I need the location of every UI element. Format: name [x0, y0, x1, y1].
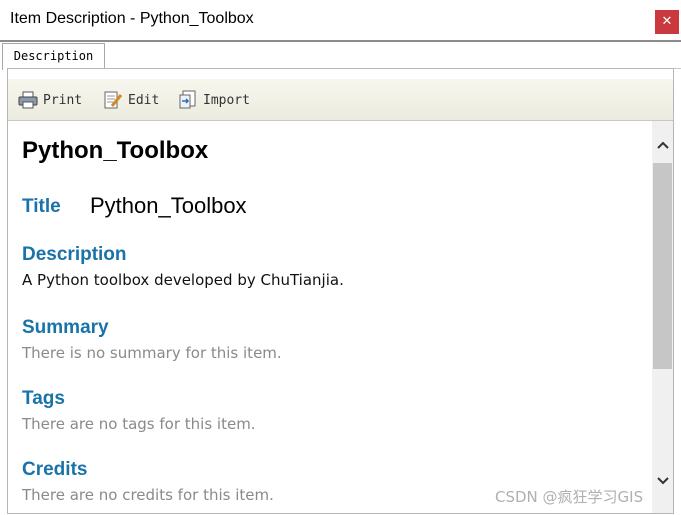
description-heading: Description — [22, 244, 127, 265]
metadata-content: Python_Toolbox Title Python_Toolbox Desc… — [8, 121, 651, 513]
edit-label: Edit — [128, 92, 160, 108]
tags-text: There are no tags for this item. — [22, 415, 256, 433]
summary-heading: Summary — [22, 317, 109, 338]
close-button[interactable]: ✕ — [655, 10, 679, 34]
watermark: CSDN @疯狂学习GIS — [495, 488, 644, 506]
toolbar: Print Edit Import — [8, 79, 673, 121]
print-button[interactable]: Print — [18, 89, 82, 111]
description-text: A Python toolbox developed by ChuTianjia… — [22, 271, 344, 289]
printer-icon — [18, 91, 38, 109]
print-label: Print — [43, 92, 83, 108]
scroll-up-arrow-icon[interactable] — [652, 135, 673, 155]
scroll-down-arrow-icon[interactable] — [652, 471, 673, 491]
title-label: Title — [22, 196, 61, 217]
vertical-scrollbar[interactable] — [652, 121, 673, 513]
item-heading: Python_Toolbox — [22, 137, 209, 164]
import-label: Import — [203, 92, 250, 108]
window-title: Item Description - Python_Toolbox — [10, 10, 254, 27]
import-icon — [179, 90, 196, 109]
tags-heading: Tags — [22, 388, 65, 409]
description-panel: Print Edit Import Python_Toolbox Title P… — [7, 68, 674, 514]
tab-description[interactable]: Description — [2, 43, 105, 70]
credits-text: There are no credits for this item. — [22, 486, 274, 504]
summary-text: There is no summary for this item. — [22, 344, 282, 362]
scroll-thumb[interactable] — [653, 163, 672, 369]
import-button[interactable]: Import — [178, 89, 250, 111]
title-bar: Item Description - Python_Toolbox ✕ — [0, 0, 681, 40]
edit-document-icon — [104, 91, 123, 109]
tab-strip: Description — [0, 40, 681, 70]
credits-heading: Credits — [22, 459, 88, 480]
title-value: Python_Toolbox — [90, 193, 247, 218]
edit-button[interactable]: Edit — [103, 89, 159, 111]
